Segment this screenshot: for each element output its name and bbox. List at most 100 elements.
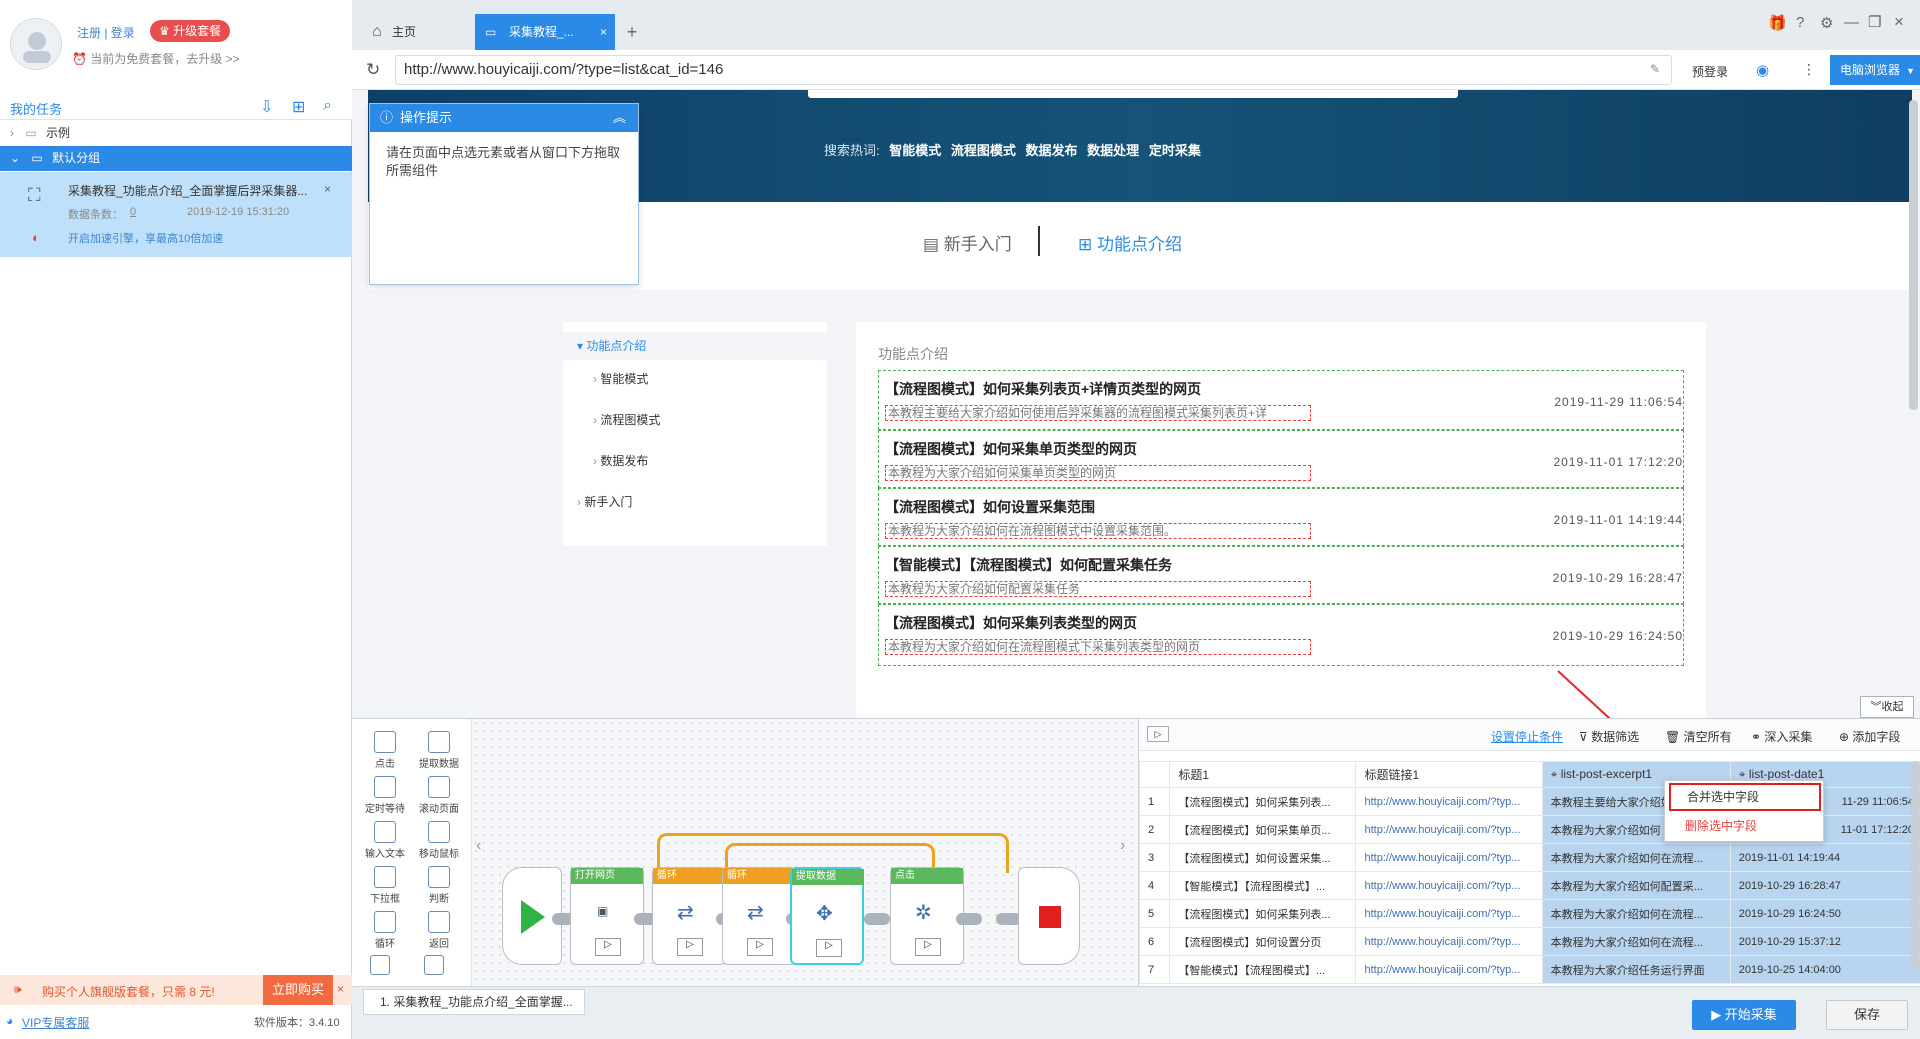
article-excerpt[interactable]: 本教程为大家介绍如何采集单页类型的网页 <box>885 465 1311 481</box>
task-item[interactable]: ⛶ 采集教程_功能点介绍_全面掌握后羿采集器... × 数据条数： 0 2019… <box>0 172 352 257</box>
boost-link[interactable]: 开启加速引擎，享最高10倍加速 <box>68 230 223 246</box>
save-button[interactable]: 保存 <box>1826 1000 1908 1030</box>
list-item[interactable]: 【流程图模式】如何采集单页类型的网页 2019-11-01 17:12:20 本… <box>878 430 1684 488</box>
browser-mode-select[interactable]: 电脑浏览器 ▼ <box>1830 55 1920 85</box>
list-item[interactable]: 【流程图模式】如何设置采集范围 2019-11-01 14:19:44 本教程为… <box>878 488 1684 546</box>
table-row[interactable]: 6 【流程图模式】如何设置分页 http://www.houyicaiji.com/… <box>1138 927 1920 956</box>
article-title[interactable]: 【流程图模式】如何采集单页类型的网页 <box>885 439 1137 459</box>
tool-scroll[interactable]: 滚动页面 <box>412 772 466 816</box>
tool-wait[interactable]: 定时等待 <box>358 772 412 816</box>
plan-hint[interactable]: ⏰ 当前为免费套餐，去升级 >> <box>72 50 240 67</box>
table-cell[interactable]: http://www.houyicaiji.com/?typ... <box>1355 843 1543 872</box>
add-field-button[interactable]: ⊕ 添加字段 <box>1839 728 1900 745</box>
article-excerpt[interactable]: 本教程为大家介绍如何配置采集任务 <box>885 581 1311 597</box>
table-cell[interactable]: 本教程为大家介绍如何在流程... <box>1541 843 1731 872</box>
tool-back[interactable]: 返回 <box>412 907 466 951</box>
tab-newbie[interactable]: ▤ 新手入门 <box>923 230 1012 255</box>
scroll-right-icon[interactable]: › <box>1120 837 1125 855</box>
table-cell[interactable]: 本教程为大家介绍如何在流程... <box>1541 899 1731 928</box>
tool-condition[interactable]: 判断 <box>412 862 466 906</box>
tool-image[interactable] <box>424 955 444 975</box>
play-icon[interactable]: ▷ <box>747 938 773 956</box>
search-task-icon[interactable]: ⌕ <box>323 97 332 115</box>
scrollbar[interactable] <box>1909 100 1918 410</box>
group-example[interactable]: › ▭ 示例 <box>0 121 352 146</box>
task-count[interactable]: 0 <box>130 206 136 218</box>
upgrade-button[interactable]: ♛ 升级套餐 <box>150 20 231 42</box>
article-title[interactable]: 【流程图模式】如何设置采集范围 <box>885 497 1095 517</box>
table-scrollbar[interactable] <box>1911 761 1919 971</box>
chevron-up-icon[interactable]: ︽ <box>613 104 626 132</box>
help-icon[interactable]: ? <box>1796 14 1804 31</box>
table-cell[interactable]: 2019-11-01 14:19:44 <box>1729 843 1920 872</box>
table-cell[interactable]: 【流程图模式】如何采集列表... <box>1169 787 1357 816</box>
table-row[interactable]: 3 【流程图模式】如何设置采集... http://www.houyicaiji.c… <box>1138 843 1920 872</box>
url-input[interactable]: http://www.houyicaiji.com/?type=list&cat… <box>395 55 1672 85</box>
play-icon[interactable]: ▷ <box>1147 726 1169 742</box>
prelogin-button[interactable]: 预登录 <box>1692 63 1728 80</box>
tool-input[interactable]: 输入文本 <box>358 817 412 861</box>
table-cell[interactable]: 本教程为大家介绍如何在流程... <box>1541 927 1731 956</box>
close-icon[interactable]: × <box>324 182 331 196</box>
table-cell[interactable]: 【流程图模式】如何采集列表... <box>1169 899 1357 928</box>
tool-extract[interactable]: 提取数据 <box>412 727 466 771</box>
tool-click[interactable]: 点击 <box>358 727 412 771</box>
table-cell[interactable]: 本教程为大家介绍如何配置采... <box>1541 871 1731 900</box>
table-cell[interactable]: 2019-10-29 15:37:12 <box>1729 927 1920 956</box>
flow-node[interactable]: 提取数据 ✥ ▷ <box>790 867 864 965</box>
tab-features[interactable]: ⊞ 功能点介绍 <box>1078 230 1182 255</box>
nav-publish[interactable]: › 数据发布 <box>593 452 648 469</box>
article-title[interactable]: 【智能模式】【流程图模式】如何配置采集任务 <box>885 555 1172 575</box>
flow-canvas[interactable]: ‹ › 打开网页 ▣ ▷ 循环 ⇄ ▷ 循环 ⇄ ▷ 提取数据 ✥ ▷ 点击 ✲ ▷ <box>472 719 1138 987</box>
restore-icon[interactable]: ❐ <box>1868 13 1881 31</box>
table-cell[interactable]: 【流程图模式】如何设置分页 <box>1169 927 1357 956</box>
collapse-button[interactable]: ︾收起 <box>1860 696 1914 718</box>
delete-fields-item[interactable]: 删除选中字段 <box>1685 817 1757 834</box>
tab-home[interactable]: 主页 <box>392 14 452 50</box>
flow-node[interactable]: 打开网页 ▣ ▷ <box>570 867 644 965</box>
start-collect-button[interactable]: ▶ 开始采集 <box>1692 1000 1796 1030</box>
flow-node[interactable]: 循环 ⇄ ▷ <box>722 867 796 965</box>
table-cell[interactable]: http://www.houyicaiji.com/?typ... <box>1355 871 1543 900</box>
merge-fields-item[interactable]: 合并选中字段 <box>1669 783 1821 811</box>
table-cell[interactable]: http://www.houyicaiji.com/?typ... <box>1355 787 1543 816</box>
table-cell[interactable]: 本教程为大家介绍任务运行界面 <box>1541 955 1731 984</box>
table-row[interactable]: 7 【智能模式】【流程图模式】... http://www.houyicaiji.c… <box>1138 955 1920 984</box>
hot-word[interactable]: 数据处理 <box>1087 143 1139 158</box>
edit-icon[interactable]: ✎ <box>1650 62 1660 76</box>
stop-condition-link[interactable]: 设置停止条件 <box>1491 728 1563 745</box>
table-cell[interactable]: http://www.houyicaiji.com/?typ... <box>1355 899 1543 928</box>
nav-smart[interactable]: › 智能模式 <box>593 370 648 387</box>
tool-mouse[interactable]: 移动鼠标 <box>412 817 466 861</box>
play-icon[interactable]: ▷ <box>816 939 842 957</box>
flow-node[interactable]: 循环 ⇄ ▷ <box>652 867 726 965</box>
nav-flowchart[interactable]: › 流程图模式 <box>593 411 660 428</box>
close-window-icon[interactable]: × <box>1894 12 1904 32</box>
settings-icon[interactable]: ⚙ <box>1820 14 1833 32</box>
table-row[interactable]: 4 【智能模式】【流程图模式】... http://www.houyicaiji.c… <box>1138 871 1920 900</box>
flow-end-node[interactable] <box>1018 867 1080 965</box>
nav-features[interactable]: ▾ 功能点介绍 <box>563 332 827 360</box>
table-cell[interactable]: 【流程图模式】如何采集单页... <box>1169 815 1357 844</box>
new-tab-icon[interactable]: + <box>620 14 644 50</box>
column-header[interactable]: 标题链接1 <box>1355 761 1543 788</box>
group-default[interactable]: ⌄ ▭ 默认分组 <box>0 146 352 171</box>
table-cell[interactable]: http://www.houyicaiji.com/?typ... <box>1355 815 1543 844</box>
list-item[interactable]: 【流程图模式】如何采集列表页+详情页类型的网页 2019-11-29 11:06… <box>878 370 1684 430</box>
scroll-left-icon[interactable]: ‹ <box>476 837 481 855</box>
new-task-icon[interactable]: ⊞ <box>292 97 305 117</box>
tool-loop[interactable]: 循环 <box>358 907 412 951</box>
filter-button[interactable]: ⊽ 数据筛选 <box>1579 728 1639 745</box>
table-cell[interactable]: http://www.houyicaiji.com/?typ... <box>1355 927 1543 956</box>
article-title[interactable]: 【流程图模式】如何采集列表页+详情页类型的网页 <box>885 379 1201 399</box>
buy-now-button[interactable]: 立即购买 <box>263 975 333 1005</box>
tool-more[interactable] <box>370 955 390 975</box>
import-task-icon[interactable]: ⇩ <box>260 97 273 117</box>
task-tab[interactable]: 1. 采集教程_功能点介绍_全面掌握... <box>363 989 585 1015</box>
play-icon[interactable]: ▷ <box>915 938 941 956</box>
avatar[interactable] <box>10 18 62 70</box>
table-cell[interactable]: 2019-10-25 14:04:00 <box>1729 955 1920 984</box>
clear-button[interactable]: 🗑 清空所有 <box>1665 728 1732 745</box>
list-item[interactable]: 【流程图模式】如何采集列表类型的网页 2019-10-29 16:24:50 本… <box>878 604 1684 666</box>
user-agent-icon[interactable]: ◉ <box>1756 61 1769 79</box>
